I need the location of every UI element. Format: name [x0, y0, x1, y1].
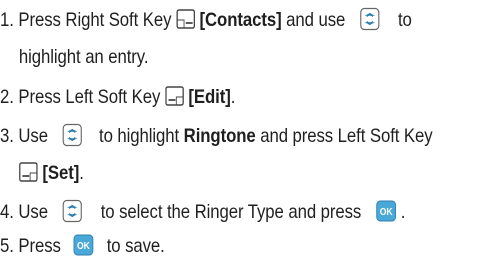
step-3-number: 3.	[0, 125, 14, 147]
step-3-continuation: [Set].	[19, 159, 84, 187]
step-1-continuation: highlight an entry.	[19, 43, 149, 71]
ok-key-icon: OK	[375, 200, 397, 222]
step-3: 3. Use to highlight Ringtone and press L…	[0, 122, 433, 150]
step-4-text-c: .	[400, 201, 406, 223]
ok-key-label: OK	[379, 206, 392, 217]
step-3-ringtone-label: Ringtone	[183, 125, 256, 147]
step-4-number: 4.	[0, 201, 14, 223]
step-3-text-f: .	[79, 162, 84, 184]
left-soft-key-icon	[165, 86, 184, 106]
instruction-steps: 1. Press Right Soft Key [Contacts] and u…	[0, 0, 433, 260]
step-1-text-d: to	[397, 9, 412, 31]
step-5-text-a: Press	[18, 235, 61, 257]
right-soft-key-icon	[176, 9, 195, 29]
step-1-text-e: highlight an entry.	[18, 46, 149, 68]
step-3-set-label: [Set]	[42, 162, 80, 184]
step-2-text-a: Press Left Soft Key	[18, 86, 161, 108]
navigation-key-icon	[62, 199, 83, 223]
step-3-text-d: and press Left Soft Key	[260, 125, 433, 147]
step-5: 5. Press OK to save.	[0, 232, 165, 260]
step-4: 4. Use to select the Ringer Type and pre…	[0, 198, 405, 226]
step-1-contacts-label: [Contacts]	[199, 9, 282, 31]
step-1-text-a: Press Right Soft Key	[18, 9, 172, 31]
step-1-number: 1.	[0, 9, 14, 31]
left-soft-key-icon	[19, 162, 38, 182]
ok-key-icon: OK	[73, 234, 94, 256]
step-2-edit-label: [Edit]	[188, 86, 231, 108]
step-2-text-c: .	[230, 86, 236, 108]
ok-key-label: OK	[77, 240, 90, 251]
step-2-number: 2.	[0, 86, 14, 108]
navigation-key-icon	[62, 123, 83, 147]
step-4-text-a: Use	[18, 201, 48, 223]
step-4-text-b: to select the Ringer Type and press	[100, 201, 362, 223]
step-2: 2. Press Left Soft Key [Edit].	[0, 83, 235, 111]
step-3-text-a: Use	[18, 125, 48, 147]
step-1: 1. Press Right Soft Key [Contacts] and u…	[0, 6, 412, 34]
step-3-text-b: to highlight	[98, 125, 180, 147]
step-5-text-b: to save.	[106, 235, 165, 257]
step-1-text-c: and use	[286, 9, 346, 31]
navigation-key-icon	[360, 7, 381, 31]
step-5-number: 5.	[0, 235, 14, 257]
